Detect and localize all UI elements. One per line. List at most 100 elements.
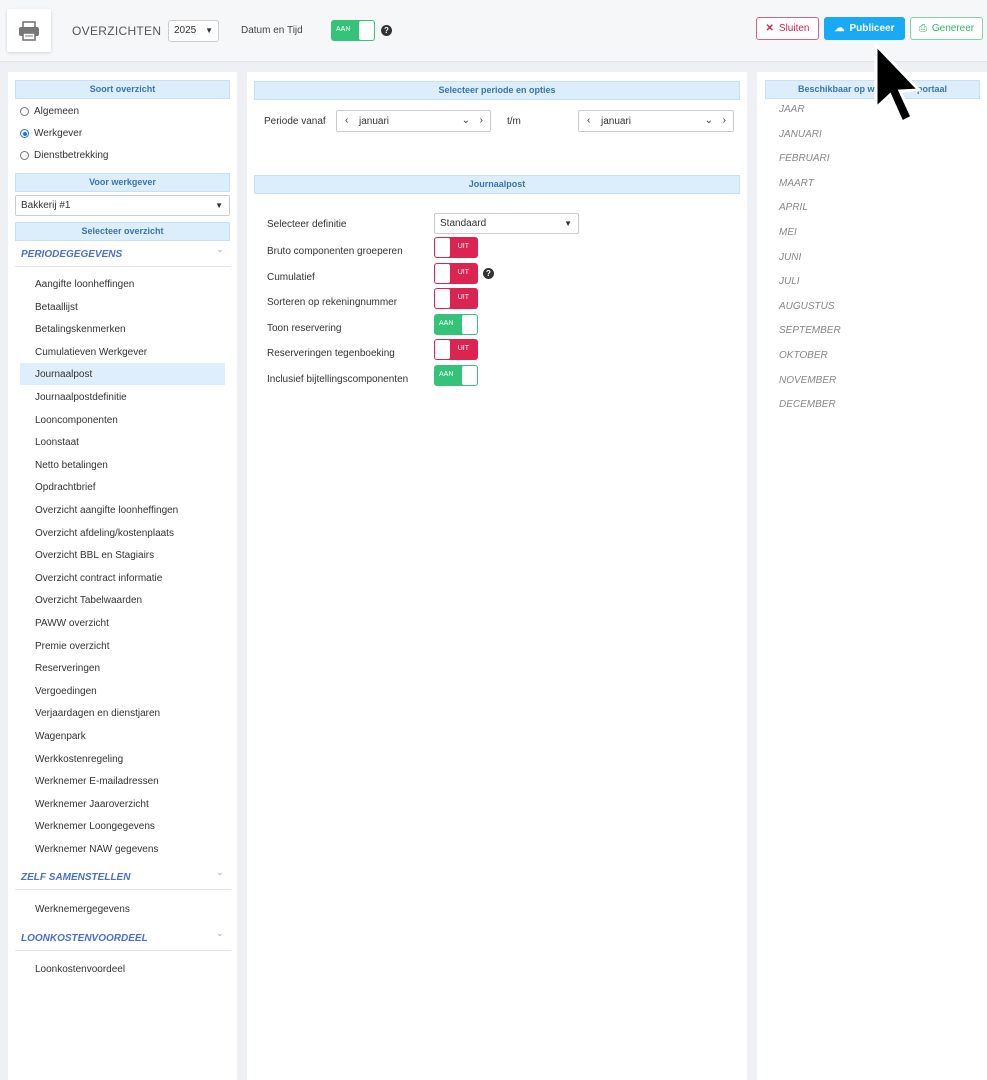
tm-label: t/m (507, 116, 521, 127)
close-button[interactable]: ✕ Sluiten (756, 17, 819, 40)
month-item[interactable]: JULI (779, 276, 800, 287)
chevron-right-icon[interactable]: › (723, 115, 726, 126)
month-item[interactable]: MAART (779, 178, 814, 189)
section-title: ZELF SAMENSTELLEN (21, 872, 131, 883)
list-item[interactable]: PAWW overzicht (20, 612, 225, 634)
section-title: LOONKOSTENVOORDEEL (21, 933, 148, 944)
toggle-label: AAN (439, 370, 454, 378)
list-item[interactable]: Werknemer E-mailadressen (20, 770, 225, 792)
generate-button[interactable]: ⎙ Genereer (910, 17, 983, 40)
section-header[interactable]: ZELF SAMENSTELLEN ⌄ (15, 866, 231, 890)
toggle-label: UIT (457, 268, 469, 276)
list-item[interactable]: Journaalpost (20, 363, 225, 386)
list-item[interactable]: Wagenpark (20, 725, 225, 747)
radio-label: Dienstbetrekking (34, 150, 109, 161)
option-toggle[interactable]: UIT (434, 237, 478, 258)
werkgever-select[interactable]: Bakkerij #1 ▼ (15, 195, 230, 216)
option-toggle[interactable]: AAN (434, 364, 478, 386)
list-item[interactable]: Premie overzicht (20, 635, 225, 657)
chevron-down-icon: ⌄ (216, 929, 223, 938)
chevron-right-icon[interactable]: › (480, 115, 483, 126)
list-item[interactable]: Reserveringen (20, 657, 225, 679)
list-item[interactable]: Verjaardagen en dienstjaren (20, 702, 225, 724)
radio-dienstbetrekking[interactable]: Dienstbetrekking (20, 150, 108, 161)
list-item[interactable]: Werknemergegevens (20, 898, 225, 920)
option-toggle[interactable]: UIT (434, 339, 478, 360)
section-header[interactable]: LOONKOSTENVOORDEEL ⌄ (15, 927, 231, 951)
section-header[interactable]: PERIODEGEGEVENS ⌄ (15, 243, 231, 267)
month-item[interactable]: NOVEMBER (779, 375, 836, 386)
option-label: Toon reservering (267, 322, 342, 334)
option-label: Cumulatief (267, 271, 315, 283)
period-to-value: januari (601, 116, 632, 127)
month-item[interactable]: MEI (779, 227, 797, 238)
list-item[interactable]: Overzicht Tabelwaarden (20, 589, 225, 611)
option-toggle[interactable]: UIT (434, 288, 478, 309)
definitie-value: Standaard (440, 218, 487, 229)
year-value: 2025 (174, 25, 197, 36)
periode-header: Selecteer periode en opties (254, 81, 740, 100)
year-select[interactable]: 2025 ▼ (168, 20, 219, 42)
radio-label: Werkgever (34, 128, 83, 139)
list-item[interactable]: Netto betalingen (20, 454, 225, 476)
list-item[interactable]: Opdrachtbrief (20, 476, 225, 498)
list-item[interactable]: Journaalpostdefinitie (20, 386, 225, 408)
werkgever-header: Voor werkgever (15, 173, 230, 192)
list-item[interactable]: Werknemer Jaaroverzicht (20, 793, 225, 815)
soort-header: Soort overzicht (15, 80, 230, 99)
page-title: OVERZICHTEN (72, 24, 162, 38)
help-icon[interactable]: ? (381, 25, 392, 36)
list-item[interactable]: Loonkostenvoordeel (20, 958, 225, 980)
list-item[interactable]: Werknemer Loongegevens (20, 815, 225, 837)
x-icon: ✕ (765, 23, 774, 34)
caret-down-icon: ▼ (564, 219, 572, 228)
list-item[interactable]: Looncomponenten (20, 409, 225, 431)
option-toggle[interactable]: AAN (434, 313, 478, 335)
chevron-down-icon: ⌄ (216, 868, 223, 877)
period-to-select[interactable]: ‹ januari ⌄ › (578, 110, 734, 132)
month-item[interactable]: SEPTEMBER (779, 325, 841, 336)
section-title: PERIODEGEGEVENS (21, 249, 123, 260)
datum-toggle[interactable]: AAN (331, 20, 375, 41)
month-item[interactable]: APRIL (779, 202, 808, 213)
chevron-down-icon: ⌄ (461, 115, 470, 126)
toggle-label: UIT (457, 345, 469, 352)
list-item[interactable]: Overzicht aangifte loonheffingen (20, 499, 225, 521)
period-from-value: januari (359, 116, 390, 127)
month-item[interactable]: JANUARI (779, 129, 822, 140)
publish-button[interactable]: ☁ Publiceer (824, 17, 905, 40)
chevron-left-icon[interactable]: ‹ (345, 115, 348, 126)
help-icon[interactable]: ? (483, 267, 494, 279)
periode-label: Periode vanaf (264, 116, 326, 127)
month-item[interactable]: JUNI (779, 252, 801, 263)
list-item[interactable]: Cumulatieven Werkgever (20, 341, 225, 363)
list-item[interactable]: Overzicht afdeling/kostenplaats (20, 522, 225, 544)
month-item[interactable]: FEBRUARI (779, 153, 830, 164)
list-item[interactable]: Betaallijst (20, 296, 225, 318)
option-label: Bruto componenten groeperen (267, 246, 403, 257)
right-panel (757, 72, 987, 1080)
list-item[interactable]: Betalingskenmerken (20, 318, 225, 340)
chevron-down-icon: ⌄ (216, 245, 223, 254)
list-item[interactable]: Aangifte loonheffingen (20, 273, 225, 295)
list-item[interactable]: Overzicht contract informatie (20, 567, 225, 589)
list-item[interactable]: Overzicht BBL en Stagiairs (20, 544, 225, 566)
option-toggle[interactable]: UIT (434, 262, 478, 284)
radio-werkgever[interactable]: Werkgever (20, 128, 82, 139)
toggle-label: AAN (336, 26, 351, 33)
list-item[interactable]: Vergoedingen (20, 680, 225, 702)
month-item[interactable]: DECEMBER (779, 399, 836, 410)
period-from-select[interactable]: ‹ januari ⌄ › (336, 110, 491, 132)
chevron-left-icon[interactable]: ‹ (587, 115, 590, 126)
month-item[interactable]: AUGUSTUS (779, 301, 835, 312)
radio-algemeen[interactable]: Algemeen (20, 106, 79, 117)
printer-logo-icon (7, 9, 51, 52)
list-item[interactable]: Werkkostenregeling (20, 748, 225, 770)
list-item[interactable]: Loonstaat (20, 431, 225, 453)
definitie-select[interactable]: Standaard ▼ (434, 213, 579, 234)
month-item[interactable]: OKTOBER (779, 350, 828, 361)
cloud-upload-icon: ☁ (834, 23, 845, 34)
month-item[interactable]: JAAR (779, 104, 805, 115)
chevron-down-icon: ⌄ (704, 115, 713, 126)
list-item[interactable]: Werknemer NAW gegevens (20, 838, 225, 860)
